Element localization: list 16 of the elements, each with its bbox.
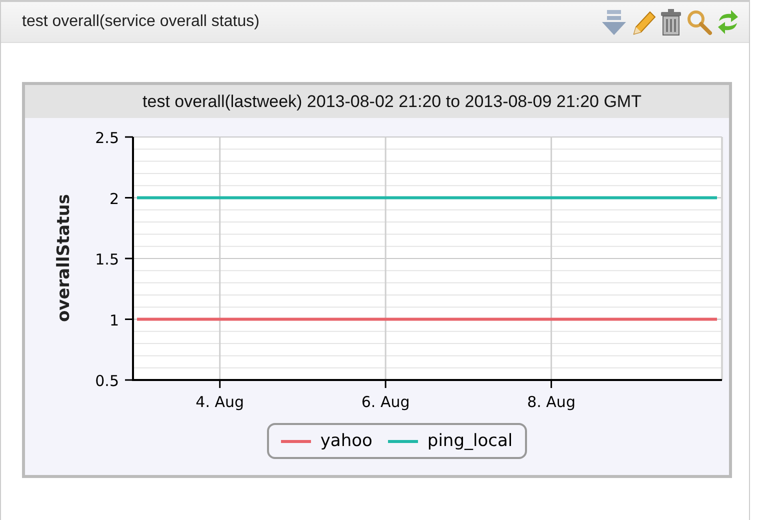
y-tick-label: 1 [109, 311, 119, 330]
y-tick-label: 2 [109, 190, 119, 208]
y-tick-label: 1.5 [95, 250, 119, 268]
chart-title: test overall(lastweek) 2013-08-02 21:20 to 2013-08-09 21:20 GMT [25, 85, 729, 118]
legend-label: ping_local [427, 431, 513, 451]
x-tick-label: 4. Aug [196, 393, 244, 411]
legend-label: yahoo [320, 431, 372, 451]
panel-title: test overall(service overall status) [22, 13, 260, 31]
trash-icon[interactable] [659, 8, 683, 36]
y-axis-title: overallStatus [54, 194, 74, 322]
search-icon[interactable] [686, 8, 712, 36]
y-tick-label: 2.5 [95, 129, 119, 147]
x-tick-label: 6. Aug [361, 393, 410, 411]
download-icon[interactable] [601, 8, 627, 36]
y-tick-label: 0.5 [95, 372, 119, 390]
x-tick-label: 8. Aug [527, 393, 576, 411]
